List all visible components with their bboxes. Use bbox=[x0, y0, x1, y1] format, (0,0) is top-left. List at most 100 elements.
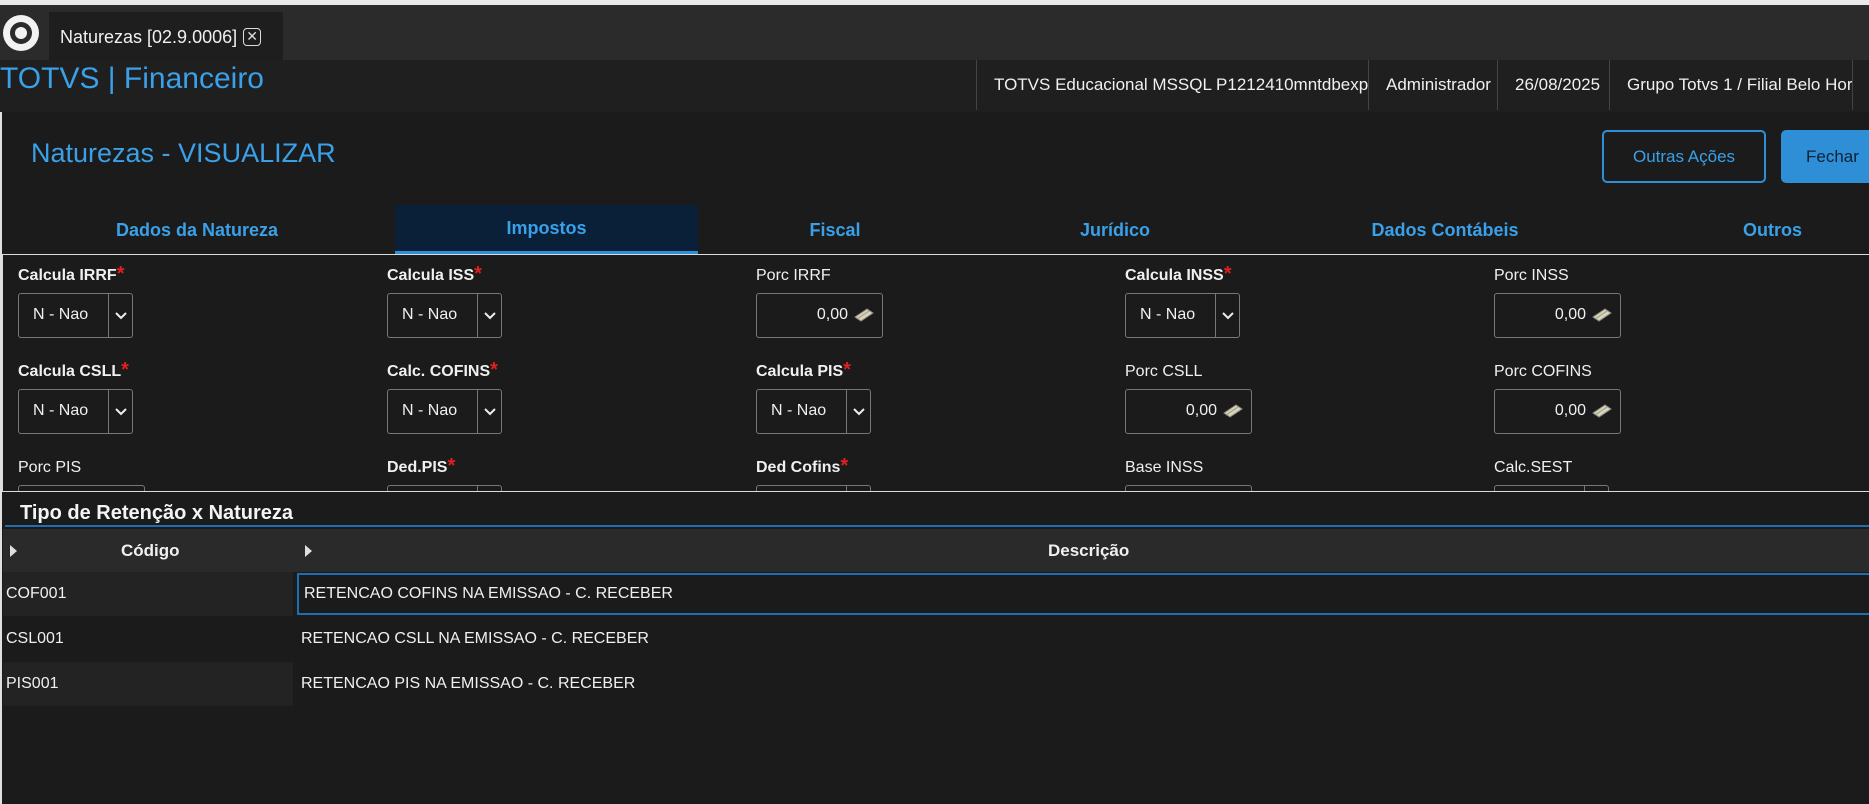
required-mark: * bbox=[1223, 263, 1232, 285]
field-calcula-csll: Calcula CSLL* N - Nao bbox=[18, 360, 133, 434]
calcula-csll-value: N - Nao bbox=[33, 402, 89, 419]
calcula-inss-label: Calcula INSS bbox=[1125, 267, 1224, 284]
ded-pis-select[interactable] bbox=[387, 485, 502, 491]
table-row[interactable]: PIS001 RETENCAO PIS NA EMISSAO - C. RECE… bbox=[3, 662, 1869, 706]
cell-descricao: RETENCAO COFINS NA EMISSAO - C. RECEBER bbox=[304, 585, 673, 602]
required-mark: * bbox=[116, 263, 125, 285]
totvs-logo-icon[interactable] bbox=[3, 15, 39, 51]
field-porc-irrf: Porc IRRF 0,00 bbox=[756, 267, 883, 338]
window-tab-title: Naturezas [02.9.0006] bbox=[60, 26, 238, 47]
retencao-section-title: Tipo de Retenção x Natureza bbox=[20, 502, 294, 524]
porc-irrf-value: 0,00 bbox=[816, 306, 848, 323]
user-info: Administrador bbox=[1368, 60, 1497, 110]
outras-acoes-button[interactable]: Outras Ações bbox=[1602, 130, 1766, 183]
cell-codigo: CSL001 bbox=[6, 630, 64, 647]
calcula-iss-select[interactable]: N - Nao bbox=[387, 293, 502, 338]
porc-irrf-input[interactable]: 0,00 bbox=[756, 293, 883, 338]
tab-dados-contabeis[interactable]: Dados Contábeis bbox=[1330, 205, 1560, 255]
expand-arrow-icon[interactable] bbox=[305, 545, 312, 557]
calc-cofins-select[interactable]: N - Nao bbox=[387, 389, 502, 434]
calcula-inss-select[interactable]: N - Nao bbox=[1125, 293, 1240, 338]
calcula-pis-select[interactable]: N - Nao bbox=[756, 389, 871, 434]
calcula-irrf-select[interactable]: N - Nao bbox=[18, 293, 133, 338]
calc-sest-select[interactable] bbox=[1494, 485, 1609, 491]
close-icon[interactable]: ✕ bbox=[243, 28, 262, 46]
column-codigo[interactable]: Código bbox=[121, 529, 180, 572]
calcula-pis-label: Calcula PIS bbox=[756, 363, 844, 380]
expand-arrow-icon[interactable] bbox=[10, 545, 17, 557]
porc-pis-label: Porc PIS bbox=[18, 459, 82, 476]
chevron-down-icon[interactable] bbox=[484, 405, 496, 417]
base-inss-input[interactable] bbox=[1125, 485, 1252, 491]
field-porc-cofins: Porc COFINS 0,00 bbox=[1494, 363, 1621, 434]
porc-csll-value: 0,00 bbox=[1185, 402, 1217, 419]
field-calcula-irrf: Calcula IRRF* N - Nao bbox=[18, 264, 133, 338]
required-mark: * bbox=[121, 359, 129, 381]
window-tab-bar: Naturezas [02.9.0006] ✕ bbox=[0, 5, 1869, 62]
app-header: TOTVS | Financeiro TOTVS Educacional MSS… bbox=[0, 60, 1869, 112]
field-ded-cofins: Ded Cofins* bbox=[756, 456, 871, 491]
porc-cofins-label: Porc COFINS bbox=[1494, 363, 1592, 380]
money-icon[interactable] bbox=[1591, 403, 1613, 419]
calcula-csll-select[interactable]: N - Nao bbox=[18, 389, 133, 434]
required-mark: * bbox=[447, 455, 456, 477]
chevron-down-icon[interactable] bbox=[484, 309, 496, 321]
section-divider bbox=[5, 525, 1869, 527]
money-icon[interactable] bbox=[1591, 307, 1613, 323]
porc-inss-input[interactable]: 0,00 bbox=[1494, 293, 1621, 338]
tab-outros[interactable]: Outros bbox=[1720, 205, 1825, 255]
cell-codigo: PIS001 bbox=[6, 675, 59, 692]
fechar-button[interactable]: Fechar bbox=[1781, 130, 1869, 183]
calcula-pis-value: N - Nao bbox=[771, 402, 827, 419]
porc-pis-input[interactable] bbox=[18, 485, 145, 491]
money-icon[interactable] bbox=[853, 307, 875, 323]
calc-sest-label: Calc.SEST bbox=[1494, 459, 1573, 476]
field-calcula-inss: Calcula INSS* N - Nao bbox=[1125, 264, 1240, 338]
page-title: Naturezas - VISUALIZAR bbox=[31, 138, 336, 168]
table-row[interactable]: CSL001 RETENCAO CSLL NA EMISSAO - C. REC… bbox=[3, 617, 1869, 661]
porc-irrf-label: Porc IRRF bbox=[756, 267, 831, 284]
column-descricao[interactable]: Descrição bbox=[1048, 529, 1129, 572]
ded-cofins-select[interactable] bbox=[756, 485, 871, 491]
table-row[interactable]: COF001 RETENCAO COFINS NA EMISSAO - C. R… bbox=[3, 572, 1869, 616]
cell-descricao: RETENCAO CSLL NA EMISSAO - C. RECEBER bbox=[301, 630, 649, 647]
chevron-down-icon[interactable] bbox=[115, 405, 127, 417]
calcula-iss-value: N - Nao bbox=[402, 306, 458, 323]
calc-cofins-label: Calc. COFINS bbox=[387, 363, 491, 380]
required-mark: * bbox=[474, 263, 482, 285]
money-icon[interactable] bbox=[1222, 403, 1244, 419]
porc-inss-value: 0,00 bbox=[1554, 306, 1586, 323]
ded-cofins-label: Ded Cofins bbox=[756, 459, 841, 476]
required-mark: * bbox=[843, 359, 851, 381]
required-mark: * bbox=[840, 455, 849, 477]
calcula-irrf-value: N - Nao bbox=[33, 306, 89, 323]
chevron-down-icon[interactable] bbox=[853, 405, 865, 417]
window-tab[interactable]: Naturezas [02.9.0006] ✕ bbox=[49, 12, 283, 62]
porc-cofins-input[interactable]: 0,00 bbox=[1494, 389, 1621, 434]
chevron-down-icon[interactable] bbox=[1222, 309, 1234, 321]
calc-cofins-value: N - Nao bbox=[402, 402, 458, 419]
calcula-iss-label: Calcula ISS bbox=[387, 267, 475, 284]
database-info: TOTVS Educacional MSSQL P1212410mntdbexp bbox=[976, 60, 1368, 110]
calcula-irrf-label: Calcula IRRF bbox=[18, 267, 117, 284]
cell-codigo: COF001 bbox=[6, 585, 67, 602]
porc-inss-label: Porc INSS bbox=[1494, 267, 1569, 284]
field-calcula-pis: Calcula PIS* N - Nao bbox=[756, 360, 871, 434]
app-title: TOTVS | Financeiro bbox=[0, 62, 264, 95]
field-calcula-iss: Calcula ISS* N - Nao bbox=[387, 264, 502, 338]
porc-cofins-value: 0,00 bbox=[1554, 402, 1586, 419]
tab-impostos[interactable]: Impostos bbox=[395, 205, 698, 254]
tab-dados-da-natureza[interactable]: Dados da Natureza bbox=[80, 205, 314, 255]
tab-bar: Dados da Natureza Impostos Fiscal Jurídi… bbox=[0, 205, 1869, 255]
required-mark: * bbox=[490, 359, 498, 381]
chevron-down-icon[interactable] bbox=[115, 309, 127, 321]
tab-fiscal[interactable]: Fiscal bbox=[760, 205, 910, 255]
ded-pis-label: Ded.PIS bbox=[387, 459, 448, 476]
calcula-csll-label: Calcula CSLL bbox=[18, 363, 122, 380]
tab-juridico[interactable]: Jurídico bbox=[1040, 205, 1190, 255]
field-ded-pis: Ded.PIS* bbox=[387, 456, 502, 491]
retencao-grid-header: Código Descrição bbox=[3, 529, 1869, 572]
porc-csll-input[interactable]: 0,00 bbox=[1125, 389, 1252, 434]
date-info: 26/08/2025 bbox=[1497, 60, 1609, 110]
porc-csll-label: Porc CSLL bbox=[1125, 363, 1203, 380]
